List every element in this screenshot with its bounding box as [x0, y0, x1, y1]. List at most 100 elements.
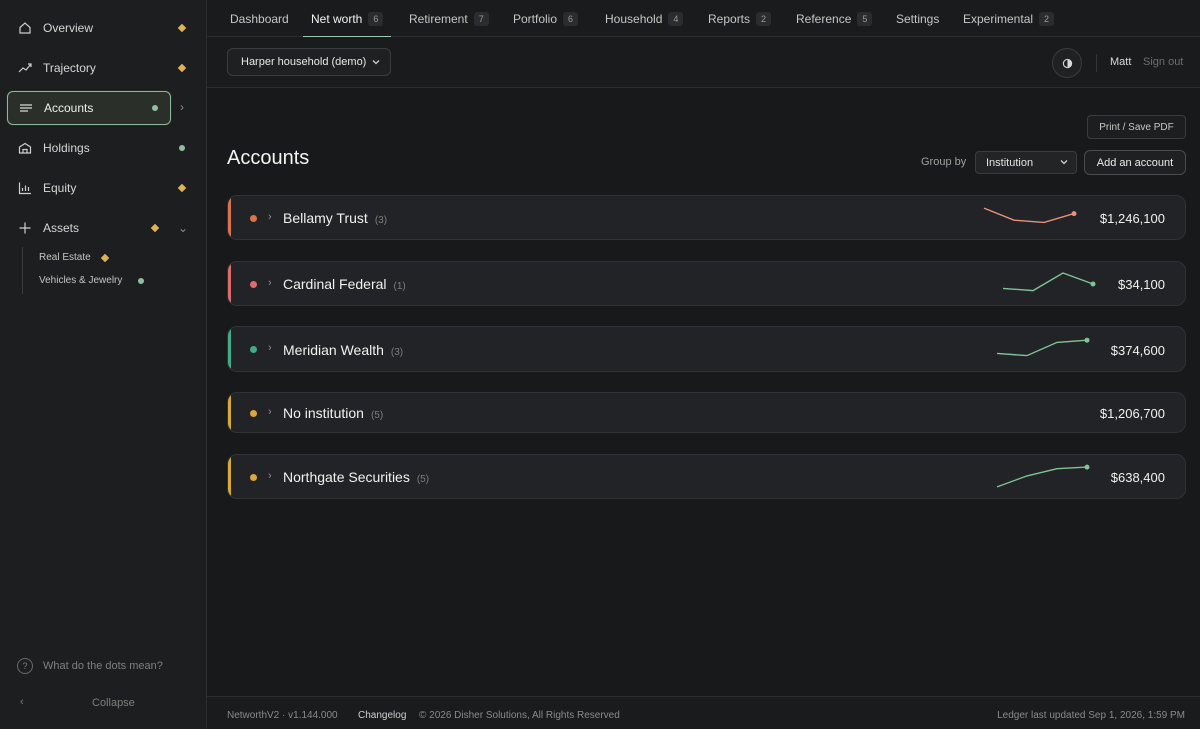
account-group-row[interactable]: › Bellamy Trust (3) $1,246,100: [227, 195, 1186, 240]
account-name: Bellamy Trust: [283, 210, 368, 226]
building-icon: [18, 141, 32, 155]
sparkline: [996, 464, 1090, 488]
account-name: Cardinal Federal: [283, 276, 387, 292]
account-group-row[interactable]: › No institution (5) $1,206,700: [227, 392, 1186, 433]
tab-portfolio[interactable]: Portfolio 6: [513, 0, 579, 37]
submenu-guide-line: [22, 247, 23, 294]
account-count: (5): [370, 410, 384, 421]
tab-badge: 2: [1039, 11, 1055, 26]
chevron-right-icon[interactable]: ›: [268, 211, 272, 223]
tab-label: Household: [605, 11, 663, 26]
trend-icon: [18, 61, 32, 75]
account-amount: $638,400: [1110, 470, 1165, 485]
chevron-right-icon[interactable]: ›: [268, 470, 272, 482]
sidebar-item-label: Equity: [43, 181, 77, 195]
account-group-name: Northgate Securities (5): [283, 469, 429, 485]
tab-badge: 2: [756, 11, 772, 26]
footer: NetworthV2 · v1.144.000 Changelog © 2026…: [207, 696, 1200, 729]
print-save-pdf-button[interactable]: Print / Save PDF: [1087, 115, 1186, 139]
sidebar-item-label: Accounts: [44, 101, 94, 115]
add-account-label: Add an account: [1096, 156, 1174, 169]
account-group-name: Bellamy Trust (3): [283, 210, 387, 226]
tab-badge: 6: [563, 11, 579, 26]
account-amount: $1,206,700: [1099, 406, 1165, 421]
sidebar-item-assets[interactable]: Assets: [7, 211, 171, 245]
status-dot: [250, 474, 257, 481]
household-select-value: Harper household (demo): [241, 56, 367, 68]
status-dot: [152, 105, 158, 111]
tab-settings[interactable]: Settings: [896, 0, 939, 37]
account-amount: $1,246,100: [1099, 211, 1165, 226]
row-accent: [228, 327, 231, 371]
sidebar-item-trajectory[interactable]: Trajectory: [7, 51, 171, 85]
changelog-link[interactable]: Changelog: [358, 710, 406, 721]
theme-toggle-button[interactable]: [1052, 48, 1082, 78]
tab-retirement[interactable]: Retirement 7: [409, 0, 489, 37]
chevron-down-icon[interactable]: ⌄: [178, 221, 188, 235]
status-diamond: [177, 183, 187, 193]
bar-chart-icon: [18, 181, 32, 195]
tab-label: Dashboard: [230, 11, 289, 26]
household-select[interactable]: Harper household (demo): [227, 48, 391, 76]
sidebar-item-overview[interactable]: Overview: [7, 11, 171, 45]
status-dot: [250, 410, 257, 417]
tab-net-worth[interactable]: Net worth 6: [302, 0, 392, 38]
account-group-row[interactable]: › Northgate Securities (5) $638,400: [227, 454, 1186, 499]
status-dot: [250, 346, 257, 353]
sidebar-subitem-label: Vehicles & Jewelry: [39, 275, 123, 286]
collapse-sidebar-button[interactable]: ‹ Collapse: [0, 694, 207, 714]
tab-reference[interactable]: Reference 5: [796, 0, 873, 37]
row-accent: [228, 393, 231, 432]
account-amount: $374,600: [1110, 343, 1165, 358]
dots-help-link[interactable]: ? What do the dots mean?: [17, 658, 163, 674]
chevron-left-icon: ‹: [20, 696, 24, 708]
last-updated: Ledger last updated Sep 1, 2026, 1:59 PM: [997, 710, 1185, 721]
tab-experimental[interactable]: Experimental 2: [963, 0, 1055, 37]
status-diamond: [177, 63, 187, 73]
tab-household[interactable]: Household 4: [605, 0, 684, 37]
chevron-right-icon[interactable]: ›: [268, 406, 272, 418]
sidebar-item-accounts[interactable]: Accounts: [7, 91, 171, 125]
sidebar-item-label: Assets: [43, 221, 80, 235]
add-account-button[interactable]: Add an account: [1084, 150, 1186, 175]
chevron-down-icon: [1060, 160, 1068, 165]
account-group-row[interactable]: › Cardinal Federal (1) $34,100: [227, 261, 1186, 306]
sparkline: [983, 207, 1077, 224]
help-label: What do the dots mean?: [43, 660, 163, 672]
tab-reports[interactable]: Reports 2: [708, 0, 772, 37]
account-name: No institution: [283, 405, 364, 421]
group-by-select[interactable]: Institution: [975, 151, 1077, 174]
account-group-name: No institution (5): [283, 405, 383, 421]
tab-label: Portfolio: [513, 11, 558, 26]
row-accent: [228, 455, 231, 498]
account-group-row[interactable]: › Meridian Wealth (3) $374,600: [227, 326, 1186, 372]
tab-label: Net worth: [311, 11, 363, 26]
contrast-icon: [1062, 58, 1072, 68]
sidebar-item-equity[interactable]: Equity: [7, 171, 171, 205]
tab-label: Experimental: [963, 11, 1034, 26]
sidebar-item-label: Overview: [43, 21, 94, 35]
account-count: (3): [374, 215, 388, 226]
sidebar-subitem-real-estate[interactable]: Real Estate: [39, 252, 91, 263]
sparkline-endpoint: [1071, 211, 1077, 217]
status-dot: [250, 281, 257, 288]
tab-label: Settings: [896, 11, 940, 26]
home-icon: [18, 21, 32, 35]
status-dot: [250, 215, 257, 222]
chevron-right-icon[interactable]: ›: [268, 277, 272, 289]
chevron-right-icon[interactable]: ›: [180, 100, 184, 114]
sidebar-subitem-vehicles-jewelry[interactable]: Vehicles & Jewelry: [39, 275, 122, 286]
status-dot: [138, 278, 144, 284]
sidebar-item-holdings[interactable]: Holdings: [7, 131, 171, 165]
account-count: (5): [416, 474, 430, 485]
tab-label: Reference: [796, 11, 852, 26]
sparkline: [996, 337, 1090, 357]
sign-out-link[interactable]: Sign out: [1143, 56, 1183, 68]
account-name: Meridian Wealth: [283, 342, 384, 358]
sidebar: Overview Trajectory Accounts › Holdings …: [0, 0, 207, 729]
tab-dashboard[interactable]: Dashboard: [230, 0, 289, 37]
sparkline-endpoint: [1090, 281, 1096, 287]
status-diamond: [100, 253, 110, 263]
sidebar-subitem-label: Real Estate: [39, 252, 91, 263]
chevron-right-icon[interactable]: ›: [268, 342, 272, 354]
